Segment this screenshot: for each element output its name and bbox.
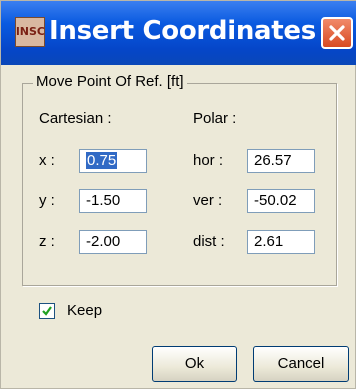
close-button[interactable] [321,17,353,49]
dist-value: 2.61 [254,233,284,250]
ver-field[interactable]: -50.02 [247,189,315,213]
keep-label[interactable]: Keep [67,302,102,320]
checkmark-icon [42,306,52,316]
app-icon-text: lNSC [16,25,45,38]
z-value: -2.00 [86,233,121,250]
x-field[interactable]: 0.75 [79,149,147,173]
y-value: -1.50 [86,192,121,209]
hor-value: 26.57 [254,152,292,169]
app-icon: lNSC [15,17,45,47]
x-label: x : [39,152,55,169]
window-title: Insert Coordinates [49,16,316,46]
ok-button[interactable]: Ok [152,346,237,382]
group-legend: Move Point Of Ref. [ft] [33,73,187,91]
insert-coordinates-dialog: lNSC Insert Coordinates Move Point Of Re… [0,0,356,389]
dist-field[interactable]: 2.61 [247,230,315,254]
hor-field[interactable]: 26.57 [247,149,315,173]
cancel-button[interactable]: Cancel [253,346,349,382]
keep-checkbox[interactable] [39,303,55,319]
ver-value: -50.02 [254,192,297,209]
y-label: y : [39,192,55,209]
polar-heading: Polar : [193,110,237,127]
y-field[interactable]: -1.50 [79,189,147,213]
z-field[interactable]: -2.00 [79,230,147,254]
hor-label: hor : [193,152,224,169]
title-bar[interactable]: lNSC Insert Coordinates [1,1,356,65]
z-label: z : [39,233,55,250]
x-value: 0.75 [86,152,118,169]
cartesian-heading: Cartesian : [39,110,112,127]
ver-label: ver : [193,192,223,209]
close-icon [329,25,345,41]
dist-label: dist : [193,233,225,250]
